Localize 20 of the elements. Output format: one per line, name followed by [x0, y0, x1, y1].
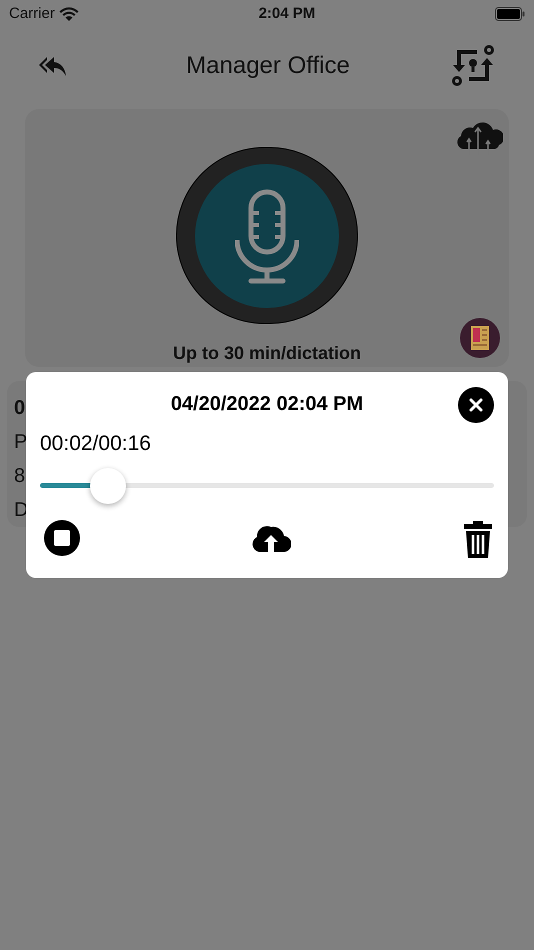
stop-icon — [54, 530, 70, 546]
playback-time: 00:02/00:16 — [40, 431, 152, 457]
stop-button[interactable] — [44, 520, 80, 556]
page-title: Manager Office — [186, 51, 350, 81]
playback-slider[interactable] — [40, 468, 494, 504]
microphone-icon — [235, 188, 299, 284]
battery-icon — [494, 7, 525, 21]
dialog-title: 04/20/2022 02:04 PM — [170, 392, 364, 417]
document-avatar-icon[interactable] — [460, 318, 500, 358]
card-text: 0 — [14, 396, 26, 419]
close-button[interactable] — [458, 387, 494, 423]
wifi-icon — [58, 7, 79, 21]
reply-all-icon — [37, 55, 67, 77]
close-icon — [469, 398, 483, 412]
slider-thumb[interactable] — [90, 468, 126, 504]
carrier-label: Carrier — [9, 4, 55, 24]
duration-caption: Up to 30 min/dictation — [172, 342, 361, 365]
card-text: P — [14, 430, 28, 453]
card-text: 8 — [14, 464, 26, 487]
clock-time: 2:04 PM — [258, 4, 316, 24]
